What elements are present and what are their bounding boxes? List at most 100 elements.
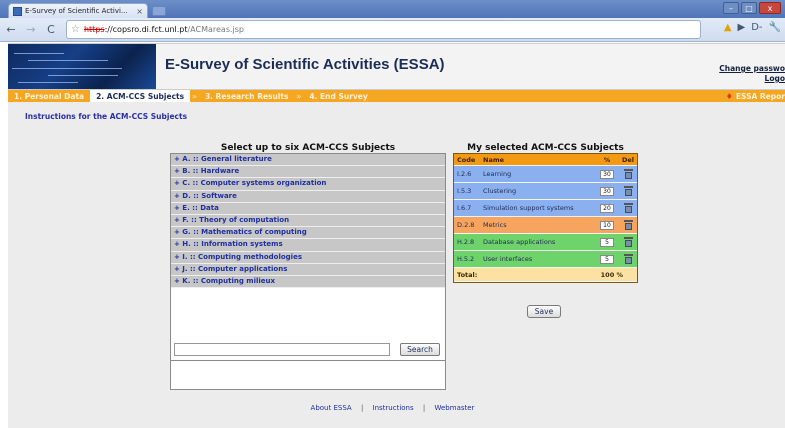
step-personal-data[interactable]: 1. Personal Data <box>8 90 90 102</box>
percent-input[interactable]: 5 <box>600 254 614 264</box>
footer-separator: | <box>422 404 426 412</box>
url-text: https://copsro.di.fct.unl.pt/ACMareas.js… <box>84 25 244 34</box>
column-header-code: Code <box>457 155 476 164</box>
subject-name: Clustering <box>483 187 517 195</box>
site-title: E-Survey of Scientific Activities (ESSA) <box>165 56 445 73</box>
subject-item-j[interactable]: + J. :: Computer applications <box>171 263 445 276</box>
trash-icon[interactable] <box>623 237 633 247</box>
step-separator: » <box>296 91 302 101</box>
essa-report-link[interactable]: ♦ ESSA Repor <box>726 90 785 102</box>
percent-input[interactable]: 20 <box>600 203 614 213</box>
percent-input[interactable]: 5 <box>600 237 614 247</box>
subject-item-e[interactable]: + E. :: Data <box>171 202 445 215</box>
page-menu-icon[interactable]: D- <box>751 22 762 33</box>
table-row: H.5.2 User interfaces 5 <box>454 251 637 268</box>
instructions-footer-link[interactable]: Instructions <box>373 404 414 412</box>
browser-titlebar: E-Survey of Scientific Activi... × – □ x <box>0 0 785 18</box>
subject-item-a[interactable]: + A. :: General literature <box>171 154 445 167</box>
table-header-row: Code Name % Del <box>454 154 637 166</box>
footer-separator: | <box>360 404 364 412</box>
trash-icon[interactable] <box>623 254 633 264</box>
selected-subjects-heading: My selected ACM-CCS Subjects <box>467 143 624 153</box>
site-favicon-icon <box>13 6 22 16</box>
divider <box>171 360 445 361</box>
subject-name: Learning <box>483 170 512 178</box>
trash-icon[interactable] <box>623 169 633 179</box>
browser-toolbar: ← → C ☆ https://copsro.di.fct.unl.pt/ACM… <box>0 18 785 42</box>
play-icon[interactable]: ▶ <box>738 22 746 33</box>
subject-code: D.2.8 <box>457 221 475 229</box>
subject-search-input[interactable] <box>174 343 390 356</box>
subject-code: I.2.6 <box>457 170 472 178</box>
window-controls: – □ x <box>723 2 781 14</box>
percent-input[interactable]: 30 <box>600 186 614 196</box>
url-host: ://copsro.di.fct.unl.pt <box>104 25 188 34</box>
footer: About ESSA | Instructions | Webmaster <box>0 404 785 412</box>
maximize-button[interactable]: □ <box>741 2 757 14</box>
save-button[interactable]: Save <box>527 305 561 318</box>
subject-item-g[interactable]: + G. :: Mathematics of computing <box>171 227 445 240</box>
table-row: H.2.8 Database applications 5 <box>454 234 637 251</box>
tab-title: E-Survey of Scientific Activi... <box>25 7 128 15</box>
subject-item-d[interactable]: + D. :: Software <box>171 190 445 203</box>
webmaster-link[interactable]: Webmaster <box>434 404 474 412</box>
minimize-button[interactable]: – <box>723 2 739 14</box>
trash-icon[interactable] <box>623 186 633 196</box>
new-tab-button[interactable] <box>152 6 166 16</box>
step-separator: » <box>192 91 197 101</box>
forward-button[interactable]: → <box>24 23 38 36</box>
column-header-name: Name <box>483 155 505 164</box>
bookmark-star-icon[interactable]: ☆ <box>71 24 80 35</box>
site-logo <box>8 44 156 89</box>
header-links: Change passwo Logo <box>719 64 785 84</box>
selected-subjects-table: Code Name % Del I.2.6 Learning 30 I.5.3 … <box>453 153 638 283</box>
search-row: Search <box>174 343 442 357</box>
url-path: /ACMareas.jsp <box>187 25 245 34</box>
instructions-link[interactable]: Instructions for the ACM-CCS Subjects <box>25 112 187 121</box>
subject-item-i[interactable]: + I. :: Computing methodologies <box>171 251 445 264</box>
step-acm-ccs-subjects[interactable]: 2. ACM-CCS Subjects <box>90 90 191 102</box>
trash-icon[interactable] <box>623 220 633 230</box>
back-button[interactable]: ← <box>4 23 18 36</box>
warning-icon[interactable]: ▲ <box>724 22 732 33</box>
toolbar-right-icons: ▲ ▶ D- 🔧 <box>724 22 781 33</box>
table-row: I.6.7 Simulation support systems 20 <box>454 200 637 217</box>
table-row: I.2.6 Learning 30 <box>454 166 637 183</box>
step-research-results[interactable]: 3. Research Results <box>199 90 295 102</box>
wrench-icon[interactable]: 🔧 <box>769 22 781 33</box>
subject-item-h[interactable]: + H. :: Information systems <box>171 239 445 252</box>
logout-link[interactable]: Logo <box>719 74 785 84</box>
subject-code: H.2.8 <box>457 238 475 246</box>
reload-button[interactable]: C <box>44 23 58 36</box>
table-row: D.2.8 Metrics 10 <box>454 217 637 234</box>
url-protocol: https <box>83 25 105 34</box>
browser-tab[interactable]: E-Survey of Scientific Activi... × <box>8 3 148 18</box>
subject-item-k[interactable]: + K. :: Computing milieux <box>171 275 445 289</box>
subject-name: Database applications <box>483 238 556 246</box>
close-window-button[interactable]: x <box>759 2 781 14</box>
total-label: Total: <box>457 270 478 279</box>
subject-code: I.5.3 <box>457 187 472 195</box>
search-button[interactable]: Search <box>400 343 440 356</box>
subjects-panel: + A. :: General literature + B. :: Hardw… <box>170 153 446 390</box>
essa-report-label: ESSA Repor <box>735 91 785 101</box>
tab-close-icon[interactable]: × <box>136 7 143 16</box>
subject-name: Simulation support systems <box>483 204 574 212</box>
subject-item-c[interactable]: + C. :: Computer systems organization <box>171 178 445 191</box>
address-bar[interactable]: ☆ https://copsro.di.fct.unl.pt/ACMareas.… <box>66 20 701 39</box>
subjects-heading: Select up to six ACM-CCS Subjects <box>220 143 396 153</box>
change-password-link[interactable]: Change passwo <box>719 64 785 74</box>
step-end-survey[interactable]: 4. End Survey <box>303 90 373 102</box>
site-header: E-Survey of Scientific Activities (ESSA)… <box>8 43 785 90</box>
total-row: Total: 100 % <box>454 268 637 282</box>
about-essa-link[interactable]: About ESSA <box>311 404 352 412</box>
subject-code: H.5.2 <box>457 255 475 263</box>
subject-item-f[interactable]: + F. :: Theory of computation <box>171 214 445 228</box>
table-row: I.5.3 Clustering 30 <box>454 183 637 200</box>
survey-steps-bar: 1. Personal Data 2. ACM-CCS Subjects » 3… <box>8 90 785 102</box>
report-icon: ♦ <box>725 91 733 101</box>
subject-item-b[interactable]: + B. :: Hardware <box>171 166 445 179</box>
percent-input[interactable]: 10 <box>600 220 614 230</box>
percent-input[interactable]: 30 <box>600 169 614 179</box>
trash-icon[interactable] <box>623 203 633 213</box>
